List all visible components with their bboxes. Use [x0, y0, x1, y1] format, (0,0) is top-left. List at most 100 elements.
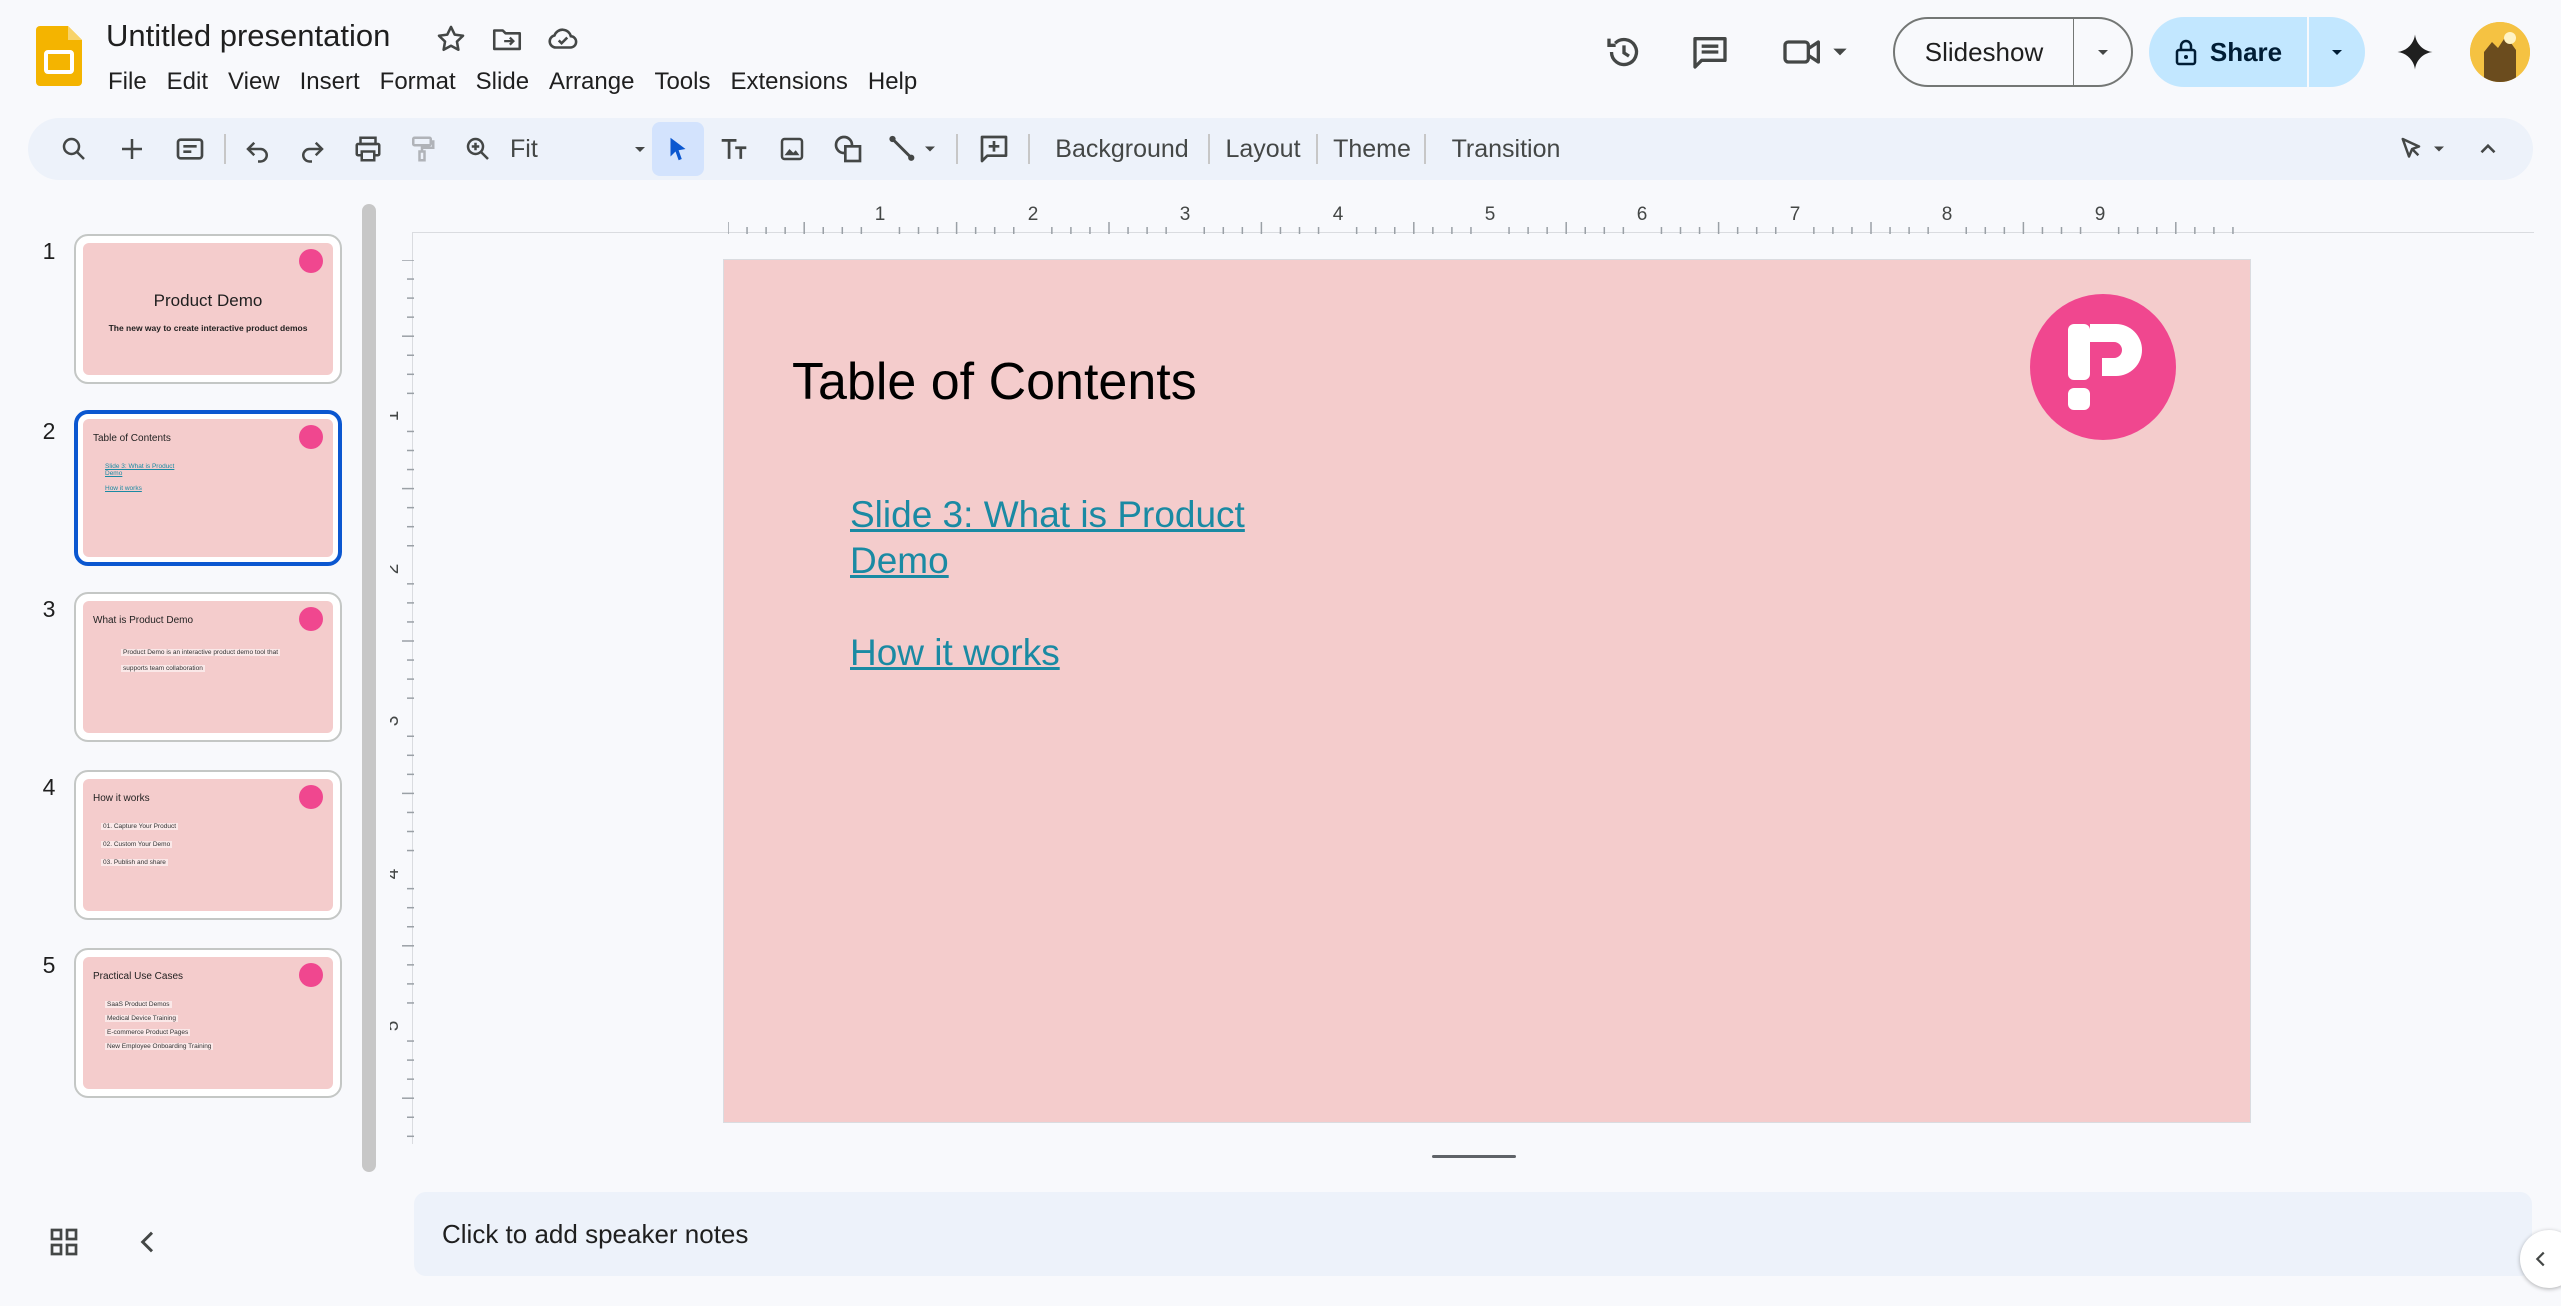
toc-link-line: Demo: [850, 540, 949, 581]
toc-link-slide-3[interactable]: Slide 3: What is Product Demo: [850, 492, 1370, 584]
version-history-icon[interactable]: [1600, 28, 1648, 76]
slide-thumbnail-content: Practical Use Cases SaaS Product Demos M…: [83, 957, 333, 1089]
slide-canvas[interactable]: Table of Contents Slide 3: What is Produ…: [724, 260, 2250, 1122]
line-tool-icon[interactable]: [880, 118, 950, 180]
ruler-label: 9: [2095, 204, 2106, 225]
ruler-label: 7: [1790, 204, 1801, 225]
divider: [1424, 134, 1426, 164]
undo-icon[interactable]: [234, 118, 282, 180]
slide-thumbnail-3[interactable]: What is Product Demo Product Demo is an …: [74, 592, 342, 742]
speaker-notes-placeholder: Click to add speaker notes: [442, 1219, 749, 1249]
slide-panel-scrollbar[interactable]: [362, 204, 376, 1172]
menu-file[interactable]: File: [106, 64, 157, 100]
collapse-menus-icon[interactable]: [2468, 118, 2508, 180]
print-icon[interactable]: [344, 118, 392, 180]
speaker-notes[interactable]: Click to add speaker notes: [414, 1192, 2532, 1276]
slideshow-dropdown-icon[interactable]: [2074, 42, 2131, 62]
redo-icon[interactable]: [288, 118, 336, 180]
toc-link-line: Slide 3: What is Product: [850, 494, 1245, 535]
menu-view[interactable]: View: [218, 64, 290, 100]
thumb-title: Table of Contents: [93, 433, 171, 444]
move-to-folder-icon[interactable]: [490, 22, 524, 56]
thumb-text-line: 02. Custom Your Demo: [101, 841, 173, 848]
background-button[interactable]: Background: [1044, 118, 1200, 180]
menu-format[interactable]: Format: [370, 64, 466, 100]
slide-thumbnail-4[interactable]: How it works 01. Capture Your Product 02…: [74, 770, 342, 920]
search-menus-icon[interactable]: [50, 118, 98, 180]
slides-logo[interactable]: [36, 26, 82, 86]
ruler-label: 8: [1942, 204, 1953, 225]
insert-comment-icon[interactable]: [968, 118, 1020, 180]
thumb-title: Practical Use Cases: [93, 971, 184, 982]
menu-slide[interactable]: Slide: [466, 64, 539, 100]
slide-number: 3: [42, 596, 56, 622]
toc-link-how-it-works[interactable]: How it works: [850, 630, 1370, 676]
slide-title[interactable]: Table of Contents: [792, 352, 1197, 412]
theme-button[interactable]: Theme: [1328, 118, 1416, 180]
grid-view-icon[interactable]: [46, 1224, 82, 1260]
shape-icon[interactable]: [824, 118, 872, 180]
slide-thumbnail-1[interactable]: Product Demo The new way to create inter…: [74, 234, 342, 384]
star-icon[interactable]: [434, 22, 468, 56]
divider: [956, 134, 958, 164]
lock-icon: [2175, 39, 2197, 66]
share-dropdown-icon[interactable]: [2309, 42, 2365, 62]
paint-format-icon[interactable]: [398, 118, 446, 180]
brand-logo-icon: [299, 963, 323, 987]
zoom-select[interactable]: Fit: [508, 118, 658, 180]
chevron-down-icon: [635, 147, 645, 152]
document-title[interactable]: Untitled presentation: [106, 18, 390, 54]
slide-number: 4: [42, 774, 56, 800]
slideshow-button[interactable]: Slideshow: [1893, 17, 2133, 87]
menu-bar: File Edit View Insert Format Slide Arran…: [106, 64, 927, 100]
thumb-title: How it works: [93, 793, 150, 804]
collapse-panel-icon[interactable]: [132, 1226, 164, 1258]
thumb-link: How it works: [105, 485, 142, 492]
menu-edit[interactable]: Edit: [157, 64, 218, 100]
ruler-label: 4: [390, 868, 403, 879]
menu-help[interactable]: Help: [858, 64, 927, 100]
thumb-text-line: 03. Publish and share: [101, 859, 168, 866]
notes-resize-handle[interactable]: [1432, 1155, 1516, 1158]
vertical-ruler[interactable]: 1 2 3 4 5: [390, 260, 414, 1142]
slideshow-label: Slideshow: [1924, 36, 2044, 67]
new-slide-layout-icon[interactable]: [166, 118, 214, 180]
ruler-label: 3: [390, 716, 403, 727]
ruler-label: 2: [390, 564, 403, 575]
slide-thumbnail-5[interactable]: Practical Use Cases SaaS Product Demos M…: [74, 948, 342, 1098]
select-tool-icon[interactable]: [652, 122, 704, 176]
cloud-saved-icon[interactable]: [546, 22, 580, 56]
ruler-label: 1: [875, 204, 886, 225]
share-button[interactable]: Share: [2149, 17, 2365, 87]
thumb-title: What is Product Demo: [93, 615, 194, 626]
zoom-icon[interactable]: [454, 118, 502, 180]
thumb-link: Slide 3: What is Product Demo: [105, 463, 175, 477]
gemini-sparkle-icon[interactable]: [2391, 28, 2439, 76]
text-box-icon[interactable]: [710, 118, 758, 180]
meet-camera-icon[interactable]: [1780, 28, 1860, 76]
pointer-mode-icon[interactable]: [2388, 118, 2460, 180]
ruler-label: 2: [1028, 204, 1039, 225]
layout-button[interactable]: Layout: [1218, 118, 1308, 180]
menu-arrange[interactable]: Arrange: [539, 64, 644, 100]
brand-logo-icon[interactable]: [2030, 294, 2176, 440]
slide-thumbnail-content: Product Demo The new way to create inter…: [83, 243, 333, 375]
menu-extensions[interactable]: Extensions: [720, 64, 857, 100]
brand-logo-icon: [299, 425, 323, 449]
toolbar: Fit Background Layout Theme Transition: [28, 118, 2533, 180]
menu-insert[interactable]: Insert: [290, 64, 370, 100]
thumb-bullet-line: New Employee Onboarding Training: [105, 1043, 214, 1050]
menu-tools[interactable]: Tools: [644, 64, 720, 100]
horizontal-ruler[interactable]: 1 2 3 4 5 6 7 8 9: [728, 200, 2250, 234]
transition-button[interactable]: Transition: [1436, 118, 1576, 180]
share-main[interactable]: Share: [2149, 37, 2307, 68]
divider: [1028, 134, 1030, 164]
insert-image-icon[interactable]: [768, 118, 816, 180]
thumb-bullet-line: E-commerce Product Pages: [105, 1029, 191, 1036]
new-slide-icon[interactable]: [108, 118, 156, 180]
avatar[interactable]: [2470, 22, 2530, 82]
slide-thumbnail-2[interactable]: Table of Contents Slide 3: What is Produ…: [74, 410, 342, 566]
comments-icon[interactable]: [1686, 28, 1734, 76]
slide-number: 5: [42, 952, 56, 978]
share-label: Share: [2209, 36, 2283, 67]
